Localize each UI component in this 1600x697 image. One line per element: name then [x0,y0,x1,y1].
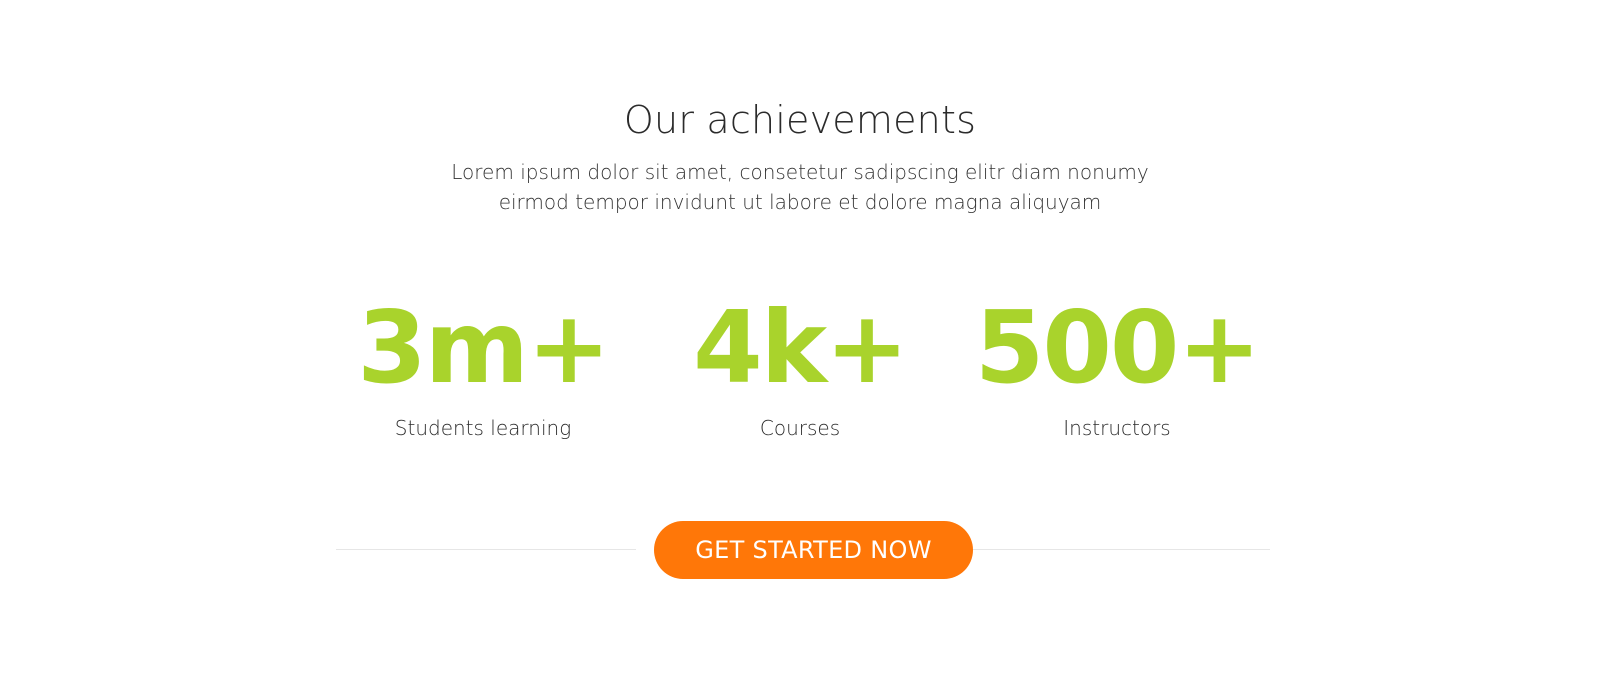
divider-right [973,549,1270,550]
divider-left [336,549,636,550]
stat-value: 3m+ [357,289,611,406]
stat-value: 4k+ [693,289,909,406]
stat-label: Courses [759,416,841,440]
section-title: Our achievements [623,98,977,142]
section-subtitle: Lorem ipsum dolor sit amet, consetetur s… [451,160,1149,214]
stat-courses: 4k+ Courses [640,288,960,448]
achievements-section: Our achievements Lorem ipsum dolor sit a… [0,0,1600,697]
stat-label: Instructors [1063,416,1171,440]
stat-students: 3m+ Students learning [323,288,643,448]
get-started-button[interactable]: GET STARTED NOW [654,521,973,579]
stats-row: 3m+ Students learning 4k+ Courses 500+ I… [0,288,1600,458]
stat-instructors: 500+ Instructors [957,288,1277,448]
stat-value: 500+ [974,289,1262,406]
stat-label: Students learning [394,416,572,440]
